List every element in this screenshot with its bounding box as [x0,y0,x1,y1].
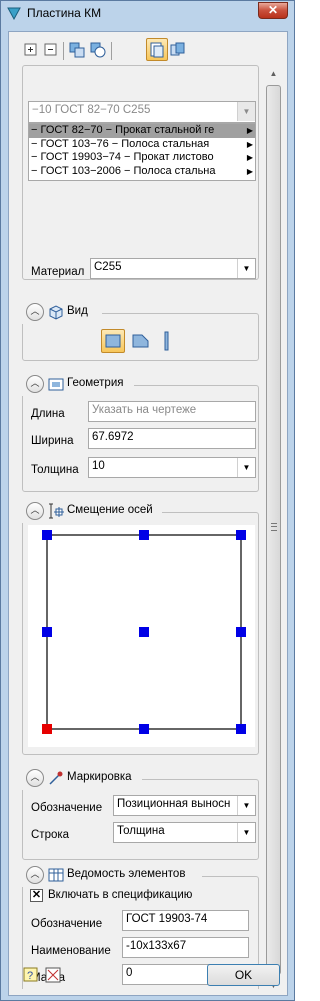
material-combo[interactable]: С255 ▼ [90,258,256,279]
line-label: Строка [31,829,70,841]
material-label: Материал [31,266,85,278]
toolbar [9,32,287,64]
chevron-down-icon[interactable]: ▼ [237,102,255,121]
table-icon [48,867,64,883]
arrow-right-icon: ▶ [246,126,253,135]
expand-all-icon[interactable] [43,42,59,58]
include-label: Включать в спецификацию [48,889,193,901]
collapse-toggle-icon[interactable]: ︿ [26,866,44,884]
list-item[interactable]: − ГОСТ 19903−74 − Прокат листово ▶ [29,151,255,165]
thickness-label: Толщина [31,464,79,476]
list-item[interactable]: − ГОСТ 103−76 − Полоса стальная ▶ [29,138,255,152]
profile-view-icon[interactable] [132,333,150,352]
ok-button[interactable]: OK [207,964,280,986]
vertical-scrollbar[interactable]: ▲ ▼ [265,65,282,995]
collapse-toggle-icon[interactable]: ︿ [26,303,44,321]
bill-of-elements-group-header: ︿ Ведомость элементов [22,865,202,887]
list-item[interactable]: − ГОСТ 103−2006 − Полоса стальна ▶ [29,165,255,179]
window-title: Пластина КМ [27,6,102,20]
chevron-down-icon[interactable]: ▼ [237,259,255,278]
arrow-right-icon: ▶ [246,153,253,162]
marking-group-header: ︿ Маркировка [22,768,142,790]
group-title: Смещение осей [67,504,153,516]
collapse-all-icon[interactable] [23,42,39,58]
axis-offset-group-header: ︿ Смещение осей [22,501,162,523]
collapse-toggle-icon[interactable]: ︿ [26,502,44,520]
length-label: Длина [31,408,65,420]
toolbar-separator [111,42,112,60]
arrow-right-icon: ▶ [246,139,253,149]
grip-icon [271,523,277,531]
designation-label: Обозначение [31,918,103,930]
title-bar[interactable]: Пластина КМ ✕ [1,1,294,25]
standard-list[interactable]: − ГОСТ 82−70 − Прокат стальной ге ▶ − ГОС… [28,123,256,181]
designation-combo[interactable]: Позиционная выносн ▼ [113,795,256,816]
material-value: С255 [94,261,122,273]
chevron-down-icon[interactable]: ▼ [237,796,255,815]
dialog-client: −10 ГОСТ 82−70 С255 ▼ − ГОСТ 82−70 − Про… [8,31,288,996]
profile-combo-value: −10 ГОСТ 82−70 С255 [32,104,151,116]
geometry-icon [48,376,64,392]
anchor-handle[interactable] [139,724,149,734]
list-item[interactable]: − ГОСТ 82−70 − Прокат стальной ге ▶ [29,124,255,138]
chevron-down-icon[interactable]: ▼ [237,458,255,477]
group-title: Вид [67,305,88,317]
designation-field[interactable]: ГОСТ 19903-74 [122,910,249,931]
anchor-handle[interactable] [42,627,52,637]
anchor-handle[interactable] [236,530,246,540]
toolbar-separator [63,42,64,60]
collapse-toggle-icon[interactable]: ︿ [26,769,44,787]
axis-offset-icon [48,503,64,519]
thickness-combo[interactable]: 10 ▼ [88,457,256,478]
anchor-handle[interactable] [42,530,52,540]
include-checkbox[interactable]: ✕ [30,889,43,902]
width-label: Ширина [31,435,74,447]
chevron-down-icon[interactable]: ▼ [237,823,255,842]
object-properties-icon [149,42,165,58]
width-field[interactable]: 67.6972 [88,428,256,449]
help-icon[interactable]: ? [23,967,39,983]
designation-label: Обозначение [31,802,103,814]
axis-offset-canvas[interactable] [28,525,255,747]
profile-combo[interactable]: −10 ГОСТ 82−70 С255 ▼ [28,101,256,123]
app-icon [7,6,21,21]
cube-icon [48,304,64,320]
anchor-handle[interactable] [236,724,246,734]
properties-panel: −10 ГОСТ 82−70 С255 ▼ − ГОСТ 82−70 − Про… [9,65,263,989]
edge-view-icon[interactable] [164,331,170,354]
name-label: Наименование [31,945,111,957]
name-field[interactable]: -10x133x67 [122,937,249,958]
scroll-thumb[interactable] [266,85,281,975]
copy-properties-icon[interactable] [69,42,85,58]
svg-text:?: ? [27,970,33,982]
arrow-right-icon: ▶ [246,166,253,176]
group-title: Геометрия [67,377,124,389]
group-title: Маркировка [67,771,132,783]
plate-view-icon [105,333,121,352]
collapse-toggle-icon[interactable]: ︿ [26,375,44,393]
apply-properties-icon[interactable] [90,42,106,58]
anchor-handle[interactable] [139,530,149,540]
dialog-window: Пластина КМ ✕ −10 ГОСТ 82−70 С255 ▼ − ГО… [0,0,295,1001]
anchor-handle[interactable] [236,627,246,637]
marking-group [22,779,259,860]
anchor-handle[interactable] [139,627,149,637]
group-title: Ведомость элементов [67,868,186,880]
library-icon[interactable] [170,42,186,58]
scroll-up-icon[interactable]: ▲ [265,65,282,82]
origin-anchor-handle[interactable] [42,724,52,734]
plate-view-button[interactable] [101,329,125,353]
view-group-header: ︿ Вид [22,302,102,324]
line-combo[interactable]: Толщина ▼ [113,822,256,843]
geometry-group-header: ︿ Геометрия [22,374,134,396]
close-button[interactable]: ✕ [258,2,288,19]
length-field[interactable]: Указать на чертеже [88,401,256,422]
leader-icon [48,770,64,786]
settings-icon[interactable] [45,967,61,983]
